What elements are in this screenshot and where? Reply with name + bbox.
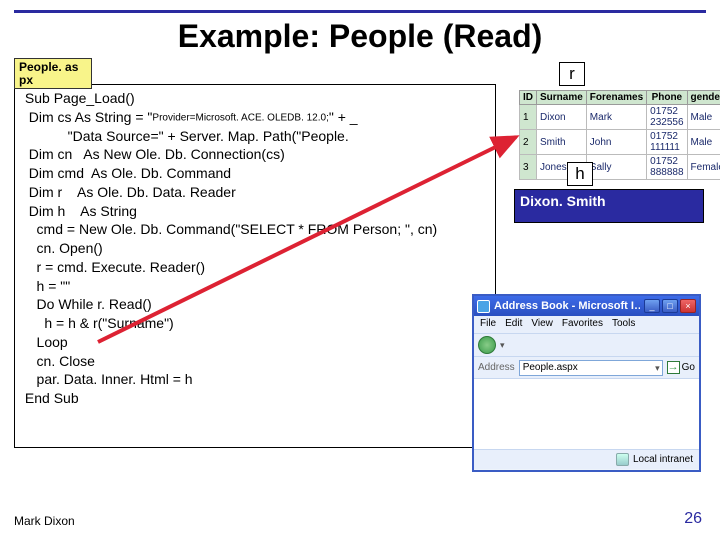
code-line: Dim cmd As Ole. Db. Command [21,164,489,183]
table-row: 3 Jones Sally 01752 888888 Female [520,155,720,180]
top-rule [14,10,706,13]
menu-file[interactable]: File [480,318,496,331]
code-line: Loop [21,333,489,352]
code-line: Dim cn As New Ole. Db. Connection(cs) [21,145,489,164]
h-variable-value: Dixon. Smith [514,189,704,223]
code-line: Do While r. Read() [21,295,489,314]
code-line: Sub Page_Load() [21,89,489,108]
minimize-button[interactable]: _ [644,299,660,313]
col-forenames: Forenames [586,91,646,105]
code-line: cn. Close [21,352,489,371]
address-bar: Address People.aspx → Go [474,357,699,379]
menu-edit[interactable]: Edit [505,318,522,331]
col-surname: Surname [537,91,587,105]
browser-viewport[interactable] [474,379,699,449]
table-row: 2 Smith John 01752 111111 Male [520,130,720,155]
browser-statusbar: Local intranet [474,449,699,469]
code-line: r = cmd. Execute. Reader() [21,258,489,277]
code-line: h = "" [21,277,489,296]
chevron-down-icon[interactable]: ▾ [500,340,505,351]
code-line: cmd = New Ole. Db. Command("SELECT * FRO… [21,220,489,239]
code-line: Dim h As String [21,202,489,221]
menu-view[interactable]: View [531,318,553,331]
go-label: Go [682,362,695,373]
go-button[interactable]: → Go [667,361,695,374]
person-table: ID Surname Forenames Phone gender 1 Dixo… [519,90,720,180]
intranet-icon [616,453,629,466]
code-line: par. Data. Inner. Html = h [21,370,489,389]
maximize-button[interactable]: □ [662,299,678,313]
code-line: Dim r As Ole. Db. Data. Reader [21,183,489,202]
window-buttons: _ □ × [644,299,696,313]
code-line: cn. Open() [21,239,489,258]
browser-toolbar: ▾ [474,333,699,357]
footer-author: Mark Dixon [14,514,75,528]
highlight-while [45,427,193,445]
filename-label: People. as px [14,58,92,89]
footer-page-number: 26 [684,510,702,528]
close-button[interactable]: × [680,299,696,313]
reader-label: r [559,62,585,86]
col-id: ID [520,91,537,105]
browser-menubar: File Edit View Favorites Tools [474,316,699,333]
code-block: Sub Page_Load() Dim cs As String = "Prov… [14,84,496,448]
h-variable-label: h [567,162,593,186]
address-label: Address [478,362,515,373]
col-phone: Phone [647,91,687,105]
ie-icon [477,300,490,313]
go-arrow-icon: → [667,361,680,374]
menu-favorites[interactable]: Favorites [562,318,603,331]
code-line: Dim cs As String = "Provider=Microsoft. … [21,108,489,127]
table-row: 1 Dixon Mark 01752 232556 Male [520,105,720,130]
code-line: End Sub [21,389,489,408]
browser-window: Address Book - Microsoft I… _ □ × File E… [472,294,701,472]
browser-title: Address Book - Microsoft I… [494,300,640,312]
code-line: h = h & r("Surname") [21,314,489,333]
status-label: Local intranet [633,454,693,465]
col-gender: gender [687,91,720,105]
slide-title: Example: People (Read) [0,18,720,55]
code-line: "Data Source=" + Server. Map. Path("Peop… [21,127,489,146]
table-header-row: ID Surname Forenames Phone gender [520,91,720,105]
address-input[interactable]: People.aspx [519,360,663,376]
browser-titlebar[interactable]: Address Book - Microsoft I… _ □ × [474,296,699,316]
back-button[interactable] [478,336,496,354]
menu-tools[interactable]: Tools [612,318,635,331]
